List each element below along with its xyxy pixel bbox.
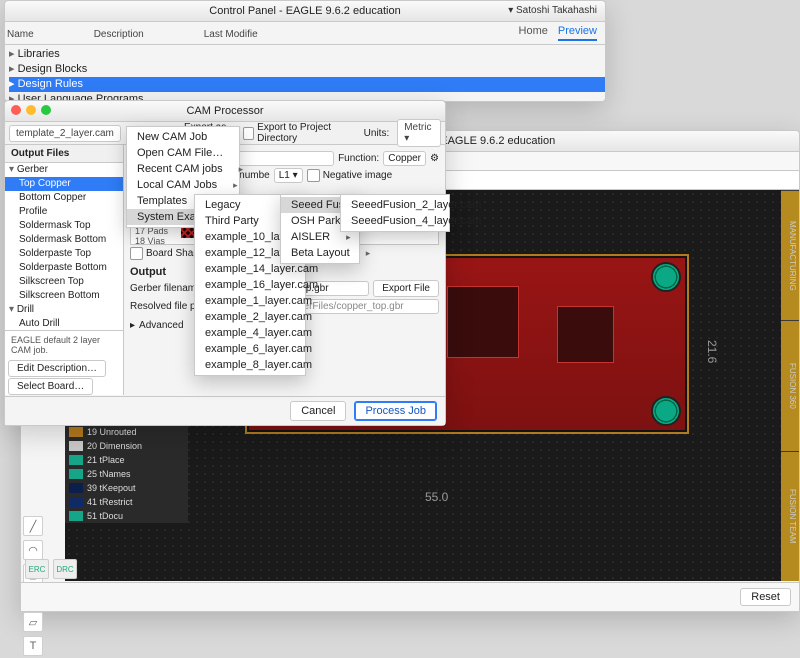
- tab-fusion-team[interactable]: FUSION TEAM: [781, 451, 799, 581]
- layer-swatch-icon: [69, 427, 83, 437]
- menu-item[interactable]: example_4_layer.cam: [195, 325, 305, 341]
- polygon-tool-icon[interactable]: ▱: [23, 612, 43, 632]
- menu-item[interactable]: SeeedFusion_2_layer.cam: [341, 197, 449, 213]
- reset-button[interactable]: Reset: [740, 588, 791, 606]
- ic-footprint: [557, 306, 614, 363]
- control-panel-title: Control Panel - EAGLE 9.6.2 education: [209, 5, 400, 17]
- gear-icon[interactable]: ⚙: [430, 153, 439, 164]
- cam-title: CAM Processor: [186, 105, 263, 117]
- menu-item[interactable]: example_8_layer.cam: [195, 357, 305, 373]
- output-files-panel[interactable]: Output Files GerberTop CopperBottom Copp…: [5, 145, 124, 395]
- layer-swatch-icon: [69, 441, 83, 451]
- negative-image-checkbox[interactable]: Negative image: [307, 169, 392, 182]
- cam-group-gerber[interactable]: Gerber: [5, 163, 123, 177]
- layer-row[interactable]: 51 tDocu: [65, 509, 188, 523]
- layer-swatch-icon: [69, 511, 83, 521]
- tree-item-libraries[interactable]: Libraries: [9, 47, 605, 62]
- arc-tool-icon[interactable]: ◠: [23, 540, 43, 560]
- erc-badge[interactable]: ERC: [25, 559, 49, 579]
- cam-item[interactable]: Solderpaste Bottom: [5, 261, 123, 275]
- layer-row[interactable]: 39 tKeepout: [65, 481, 188, 495]
- menu-item[interactable]: example_2_layer.cam: [195, 309, 305, 325]
- cam-item[interactable]: Bottom Copper: [5, 191, 123, 205]
- export-dir-checkbox[interactable]: Export to Project Directory: [243, 122, 356, 144]
- mounting-hole-icon: [651, 262, 681, 292]
- select-board-button[interactable]: Select Board…: [8, 378, 93, 395]
- layer-swatch-icon: [69, 455, 83, 465]
- cam-item[interactable]: Soldermask Bottom: [5, 233, 123, 247]
- menu-item[interactable]: example_1_layer.cam: [195, 293, 305, 309]
- layer-row[interactable]: 20 Dimension: [65, 439, 188, 453]
- cam-group-drill[interactable]: Drill: [5, 303, 123, 317]
- dimension-height: 21.6: [705, 340, 719, 363]
- layer-swatch-icon: [69, 483, 83, 493]
- layer-row[interactable]: 21 tPlace: [65, 453, 188, 467]
- cam-item[interactable]: Profile: [5, 205, 123, 219]
- mounting-hole-icon: [651, 396, 681, 426]
- menu-item[interactable]: Recent CAM jobs: [127, 161, 239, 177]
- layer-list[interactable]: 19 Unrouted20 Dimension21 tPlace25 tName…: [65, 425, 188, 523]
- cam-item[interactable]: Silkscreen Top: [5, 275, 123, 289]
- layer-swatch-icon: [69, 497, 83, 507]
- menu-item[interactable]: example_16_layer.cam: [195, 277, 305, 293]
- edit-description-button[interactable]: Edit Description…: [8, 360, 106, 377]
- tab-manufacturing[interactable]: MANUFACTURING: [781, 190, 799, 320]
- advanced-toggle[interactable]: Advanced: [139, 320, 183, 331]
- cam-item[interactable]: Auto Drill: [5, 317, 123, 330]
- column-headers: Name Description Last Modifie: [5, 22, 605, 45]
- dimension-width: 55.0: [425, 490, 448, 504]
- menu-item[interactable]: example_6_layer.cam: [195, 341, 305, 357]
- seeed-fusion-submenu[interactable]: SeeedFusion_2_layer.camSeeedFusion_4_lay…: [340, 194, 450, 232]
- tab-home[interactable]: Home: [519, 25, 548, 41]
- cam-footer-note: EAGLE default 2 layer CAM job.: [5, 330, 123, 359]
- tree-item-design-blocks[interactable]: Design Blocks: [9, 62, 605, 77]
- job-file-name: template_2_layer.cam: [9, 125, 121, 142]
- user-label: ▾ Satoshi Takahashi: [508, 5, 597, 16]
- tree-item-design-rules[interactable]: Design Rules: [9, 77, 605, 92]
- layer-swatch-icon: [69, 469, 83, 479]
- menu-item[interactable]: SeeedFusion_4_layer.cam: [341, 213, 449, 229]
- cancel-button[interactable]: Cancel: [290, 401, 346, 421]
- tab-fusion360[interactable]: FUSION 360: [781, 320, 799, 450]
- board-statusbar: Reset: [21, 582, 799, 611]
- cam-item[interactable]: Top Copper: [5, 177, 123, 191]
- cam-bottom-bar: Cancel Process Job: [5, 396, 445, 425]
- ic-footprint: [447, 286, 519, 358]
- tab-preview[interactable]: Preview: [558, 25, 597, 41]
- gerber-layer-select[interactable]: L1 ▾: [274, 168, 303, 183]
- close-icon[interactable]: [11, 105, 21, 115]
- process-job-button[interactable]: Process Job: [354, 401, 437, 421]
- cam-item[interactable]: Soldermask Top: [5, 219, 123, 233]
- menu-item[interactable]: Local CAM Jobs: [127, 177, 239, 193]
- home-preview-tabs[interactable]: Home Preview: [519, 25, 597, 41]
- zoom-icon[interactable]: [41, 105, 51, 115]
- minimize-icon[interactable]: [26, 105, 36, 115]
- erc-drc-status[interactable]: ERC DRC: [25, 559, 77, 579]
- output-files-header: Output Files: [5, 145, 123, 163]
- control-panel-window: Control Panel - EAGLE 9.6.2 education ▾ …: [4, 0, 606, 102]
- units-select[interactable]: Metric ▾: [397, 119, 441, 147]
- units-label: Units:: [364, 128, 390, 139]
- menu-item[interactable]: Open CAM File…: [127, 145, 239, 161]
- layer-row[interactable]: 25 tNames: [65, 467, 188, 481]
- drc-badge[interactable]: DRC: [53, 559, 77, 579]
- line-tool-icon[interactable]: ╱: [23, 516, 43, 536]
- right-tab-strip[interactable]: MANUFACTURING FUSION 360 FUSION TEAM: [781, 190, 799, 581]
- function-select[interactable]: Copper: [383, 151, 426, 166]
- layer-row[interactable]: 41 tRestrict: [65, 495, 188, 509]
- export-file-button[interactable]: Export File: [373, 280, 439, 297]
- text-tool-icon[interactable]: T: [23, 636, 43, 656]
- cam-titlebar[interactable]: CAM Processor: [5, 101, 445, 122]
- cam-item[interactable]: Silkscreen Bottom: [5, 289, 123, 303]
- menu-item[interactable]: New CAM Job: [127, 129, 239, 145]
- cam-item[interactable]: Solderpaste Top: [5, 247, 123, 261]
- menu-item[interactable]: Beta Layout: [281, 245, 359, 261]
- layer-row[interactable]: 19 Unrouted: [65, 425, 188, 439]
